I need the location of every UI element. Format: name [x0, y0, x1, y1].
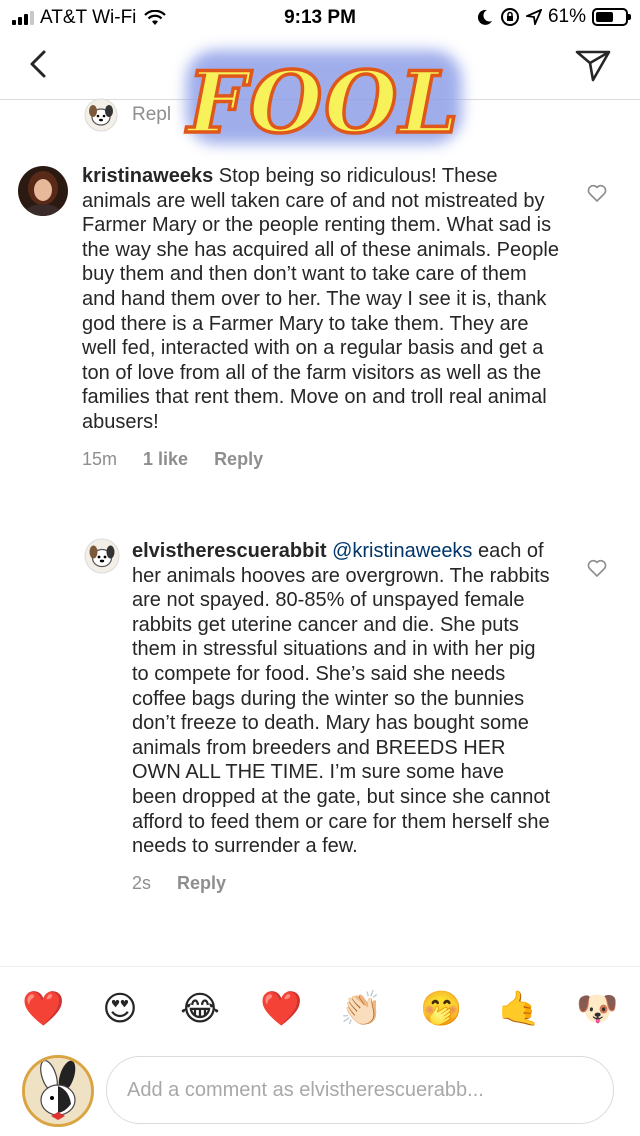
comment-username[interactable]: elvistherescuerabbit	[132, 540, 327, 562]
comment-username[interactable]: kristinaweeks	[82, 165, 213, 187]
comment: elvistherescuerabbit @kristinaweeks each…	[132, 539, 552, 894]
heart-icon[interactable]	[586, 182, 608, 204]
face-with-hand-over-mouth-emoji[interactable]: 🤭	[420, 989, 462, 1029]
fool-sticker-overlay: FOOL	[184, 50, 462, 154]
reply-label-partial[interactable]: Repl	[132, 104, 171, 126]
reply-button[interactable]: Reply	[214, 449, 263, 470]
avatar[interactable]	[22, 1055, 94, 1127]
comment-meta: 15m 1 like Reply	[82, 449, 562, 470]
battery-fill	[596, 12, 614, 22]
comment-mention[interactable]: @kristinaweeks	[332, 540, 472, 562]
previous-reply-row: Repl	[84, 98, 171, 132]
emoji-reaction-bar: ❤️ 😍 😂 ❤️ 👏🏻 🤭 🤙 🐶	[0, 966, 640, 1050]
dog-avatar-icon[interactable]	[84, 538, 120, 574]
clapping-hands-emoji[interactable]: 👏🏻	[340, 989, 382, 1029]
comment-text: each of her animals hooves are overgrown…	[132, 540, 551, 858]
comment-text: Stop being so ridiculous! These animals …	[82, 165, 559, 433]
red-heart-emoji[interactable]: ❤️	[22, 989, 64, 1029]
dog-avatar-icon[interactable]	[84, 98, 118, 132]
tears-of-joy-emoji[interactable]: 😂	[180, 989, 220, 1029]
location-icon	[525, 9, 542, 25]
chevron-left-icon[interactable]	[22, 46, 58, 82]
avatar[interactable]	[18, 166, 68, 216]
comment-likes[interactable]: 1 like	[143, 449, 188, 470]
status-bar: AT&T Wi-Fi 9:13 PM 61%	[0, 0, 640, 36]
fool-text: FOOL	[185, 53, 460, 152]
status-right: 61%	[476, 6, 631, 28]
rabbit-avatar-icon	[25, 1058, 91, 1124]
heart-eyes-emoji[interactable]: 😍	[100, 989, 140, 1029]
battery-percent: 61%	[547, 6, 586, 27]
comment-time: 2s	[132, 872, 152, 893]
red-heart-emoji-2[interactable]: ❤️	[260, 989, 302, 1029]
dog-face-emoji[interactable]: 🐶	[576, 989, 618, 1029]
comment-input[interactable]	[106, 1056, 614, 1124]
profile-photo-icon	[18, 166, 68, 216]
comment-body: elvistherescuerabbit @kristinaweeks each…	[132, 539, 552, 859]
call-me-hand-emoji[interactable]: 🤙	[498, 989, 540, 1029]
moon-icon	[477, 9, 492, 25]
heart-icon[interactable]	[586, 557, 608, 579]
battery-icon	[592, 8, 631, 26]
comment-time: 15m	[82, 448, 118, 469]
comment: kristinaweeks Stop being so ridiculous! …	[82, 164, 562, 470]
paper-plane-icon[interactable]	[574, 46, 612, 84]
orientation-lock-icon	[500, 8, 519, 26]
comment-body: kristinaweeks Stop being so ridiculous! …	[82, 164, 562, 435]
reply-button[interactable]: Reply	[177, 873, 226, 894]
comment-meta: 2s Reply	[132, 873, 552, 894]
